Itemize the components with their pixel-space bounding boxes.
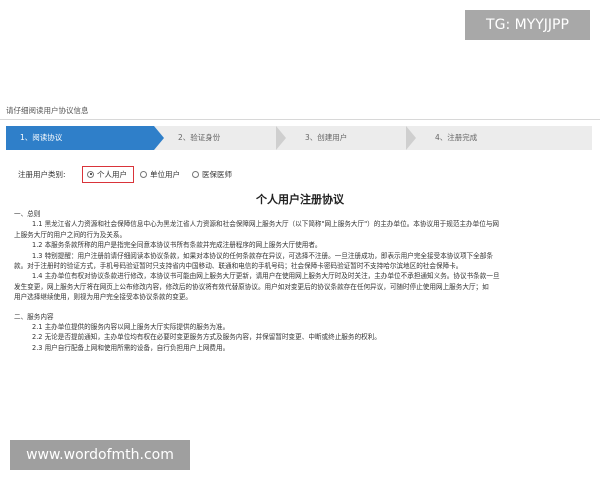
agreement-paragraph: 1.1 黑龙江省人力资源和社会保障信息中心为黑龙江省人力资源和社会保障网上服务大… xyxy=(32,220,500,229)
radio-label: 个人用户 xyxy=(97,169,127,179)
agreement-paragraph: 1.2 本服务条款所称的用户是指完全同意本协议书所有条款并完成注册程序的网上服务… xyxy=(32,241,322,250)
radio-label: 单位用户 xyxy=(150,169,180,179)
step-separator xyxy=(406,126,416,150)
step-read-agreement: 1、阅读协议 xyxy=(6,126,164,150)
radio-personal-user[interactable]: 个人用户 xyxy=(82,165,134,183)
step-separator xyxy=(276,126,286,150)
radio-checked-icon xyxy=(87,170,94,178)
step-progress: 1、阅读协议 2、验证身份 3、创建用户 4、注册完成 xyxy=(6,126,592,150)
radio-organization-user[interactable]: 单位用户 xyxy=(140,169,180,180)
user-type-row: 注册用户类别: 个人用户 单位用户 医保医师 xyxy=(18,165,244,183)
radio-unchecked-icon xyxy=(192,170,199,178)
agreement-paragraph: 发生变更，网上服务大厅将在网页上公布修改内容，修改后的协议将有效代替原协议。用户… xyxy=(14,282,489,291)
agreement-paragraph: 2.3 用户自行配备上网和使用所需的设备，自行负担用户上网费用。 xyxy=(32,343,230,352)
agreement-title: 个人用户注册协议 xyxy=(256,193,344,206)
section-heading: 二、服务内容 xyxy=(14,312,54,321)
radio-label: 医保医师 xyxy=(202,169,232,179)
agreement-paragraph: 2.2 无论是否提前通知，主办单位均有权在必要时变更服务方式及服务内容，并保留暂… xyxy=(32,333,381,342)
step-verify-identity: 2、验证身份 xyxy=(178,133,221,142)
user-type-label: 注册用户类别: xyxy=(18,169,66,179)
agreement-paragraph: 上服务大厅的用户之间的行为及关系。 xyxy=(14,230,127,239)
radio-medical-physician[interactable]: 医保医师 xyxy=(192,169,232,180)
step-registration-complete: 4、注册完成 xyxy=(435,133,478,142)
watermark-bottom: www.wordofmth.com xyxy=(10,440,190,470)
agreement-paragraph: 1.4 主办单位有权对协议条款进行修改，本协议书可能由网上服务大厅更新，请用户在… xyxy=(32,272,500,281)
step-create-user: 3、创建用户 xyxy=(305,133,348,142)
agreement-paragraph: 1.3 特别提醒：用户注册前请仔细阅读本协议条款，如果对本协议的任何条款存在异议… xyxy=(32,251,493,260)
agreement-paragraph: 用户选择继续使用，则视为用户完全接受本协议条款的变更。 xyxy=(14,293,193,302)
radio-unchecked-icon xyxy=(140,170,147,178)
agreement-paragraph: 款。对于注册时的验证方式，手机号码验证暂时只支持省内中国移动、联通和电信的手机号… xyxy=(14,262,463,271)
agreement-paragraph: 2.1 主办单位提供的服务内容以网上服务大厅实际提供的服务为准。 xyxy=(32,323,230,332)
watermark-top: TG: MYYJJPP xyxy=(465,10,590,40)
registration-panel: 请仔细阅读用户协议信息 1、阅读协议 2、验证身份 3、创建用户 4、注册完成 … xyxy=(0,103,600,373)
section-heading: 一、总则 xyxy=(14,210,41,218)
panel-header: 请仔细阅读用户协议信息 xyxy=(0,103,600,120)
agreement-body: 一、总则 1.1 黑龙江省人力资源和社会保障信息中心为黑龙江省人力资源和社会保障… xyxy=(14,209,584,353)
